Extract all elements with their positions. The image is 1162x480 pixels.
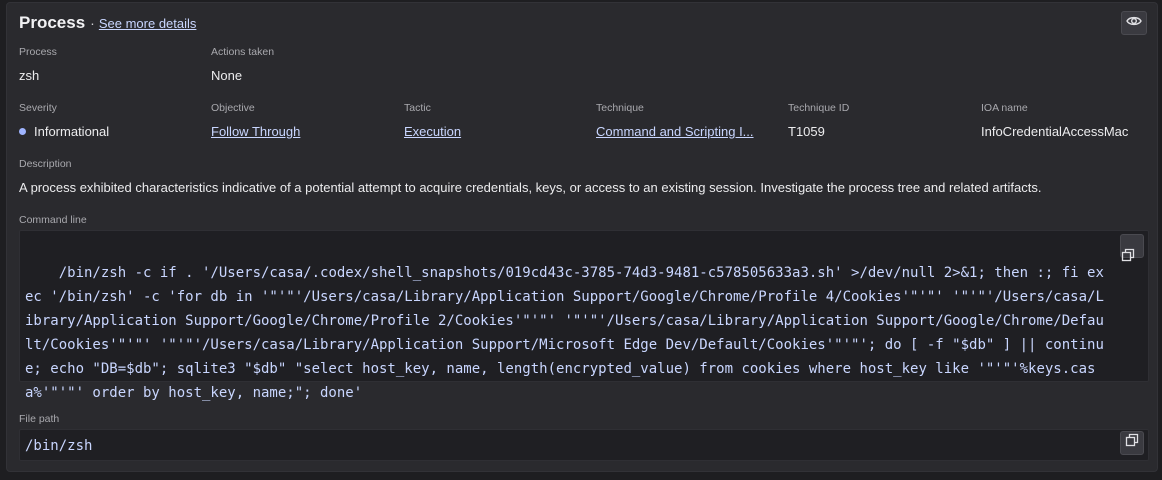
actions-value: None: [211, 68, 243, 83]
objective-field: Objective Follow Through: [211, 102, 300, 139]
process-field: Process zsh: [19, 46, 57, 83]
panel-title: Process: [19, 13, 86, 32]
objective-link[interactable]: Follow Through: [211, 124, 300, 139]
file-path-field: File path: [19, 413, 59, 425]
ioa-name-value: InfoCredentialAccessMac: [981, 124, 1129, 139]
eye-icon: [1126, 14, 1142, 32]
file-path-label: File path: [19, 413, 60, 425]
copy-icon: [1121, 198, 1143, 294]
severity-field: Severity Informational: [19, 102, 109, 139]
command-line-box: /bin/zsh -c if . '/Users/casa/.codex/she…: [19, 230, 1149, 401]
severity-indicator-dot: [19, 128, 26, 135]
see-more-details-link[interactable]: See more details: [99, 16, 197, 31]
process-label: Process: [19, 46, 57, 58]
toggle-visibility-button[interactable]: [1121, 11, 1147, 35]
description-label: Description: [19, 158, 72, 170]
command-line-label: Command line: [19, 214, 87, 226]
severity-label: Severity: [19, 102, 57, 114]
technique-field: Technique Command and Scripting I...: [596, 102, 754, 139]
title-separator: ·: [90, 15, 95, 31]
copy-icon: [1125, 427, 1139, 459]
technique-label: Technique: [596, 102, 644, 114]
file-path-box: /bin/zsh: [19, 429, 1149, 461]
description-field: Description A process exhibited characte…: [19, 158, 1041, 195]
process-value: zsh: [19, 68, 40, 83]
technique-id-value: T1059: [788, 124, 825, 139]
command-line-field: Command line: [19, 214, 87, 226]
copy-file-path-button[interactable]: [1120, 431, 1144, 455]
tactic-link[interactable]: Execution: [404, 124, 461, 139]
objective-label: Objective: [211, 102, 255, 114]
actions-field: Actions taken None: [211, 46, 274, 83]
command-line-text: /bin/zsh -c if . '/Users/casa/.codex/she…: [25, 265, 1104, 401]
tactic-field: Tactic Execution: [404, 102, 461, 139]
ioa-name-field: IOA name InfoCredentialAccessMac: [981, 102, 1128, 139]
panel-header: Process · See more details: [19, 13, 196, 35]
severity-value-row: Informational: [19, 124, 109, 139]
tactic-label: Tactic: [404, 102, 431, 114]
technique-id-field: Technique ID T1059: [788, 102, 849, 139]
severity-value: Informational: [34, 124, 110, 139]
actions-label: Actions taken: [211, 46, 275, 58]
technique-link[interactable]: Command and Scripting I...: [596, 124, 754, 139]
process-panel: Process · See more details Process zsh A…: [6, 2, 1158, 472]
ioa-name-label: IOA name: [981, 102, 1028, 114]
description-text: A process exhibited characteristics indi…: [19, 180, 1042, 195]
technique-id-label: Technique ID: [788, 102, 850, 114]
file-path-text: /bin/zsh: [25, 438, 93, 454]
copy-command-line-button[interactable]: [1120, 234, 1144, 262]
